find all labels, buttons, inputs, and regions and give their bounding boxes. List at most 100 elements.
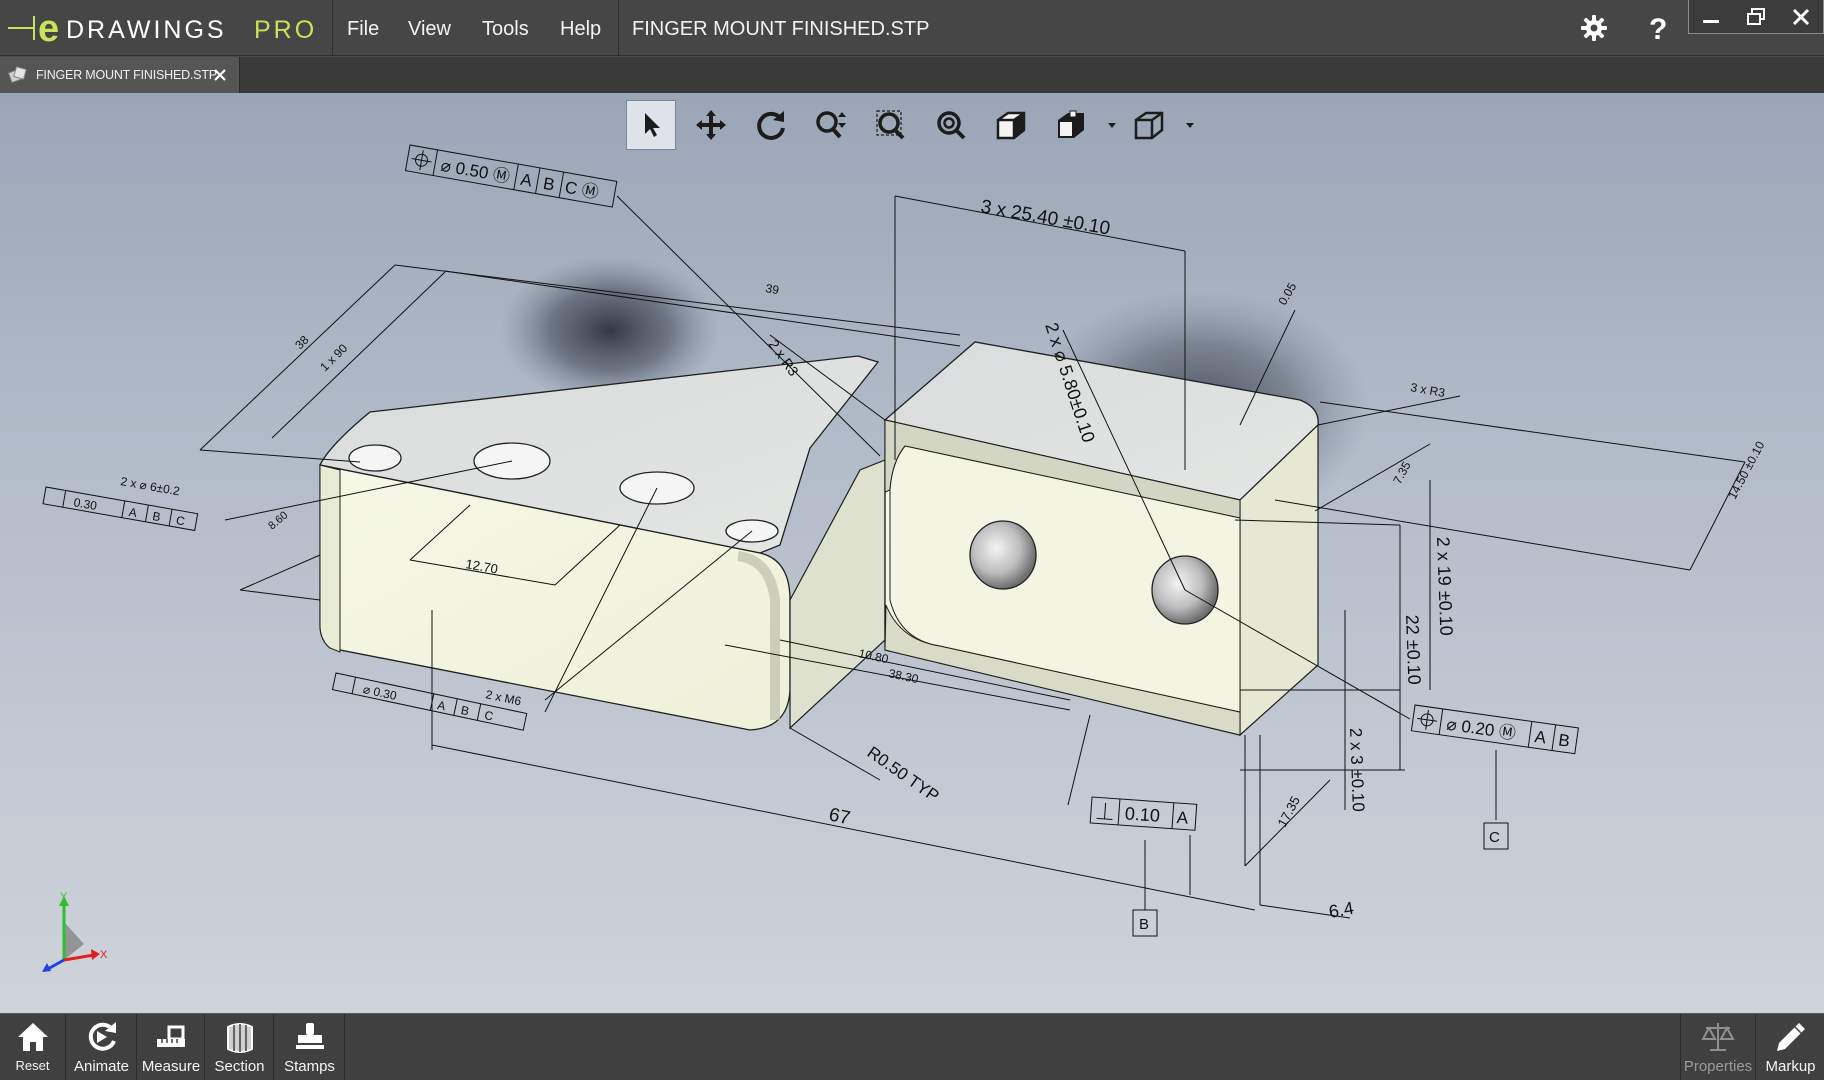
menu-separator: [618, 0, 619, 56]
markup-button[interactable]: Markup: [1757, 1014, 1824, 1080]
restore-button[interactable]: [1734, 0, 1778, 34]
pan-tool-button[interactable]: [686, 100, 736, 150]
dim-3xr3: 3 x R3: [1409, 380, 1446, 400]
dim-7-35: 7.35: [1390, 459, 1413, 486]
stamps-label: Stamps: [284, 1058, 335, 1075]
zoom-tool-button[interactable]: [806, 100, 856, 150]
fcf-bottom-left-datum-a: A: [436, 698, 447, 713]
menu-help[interactable]: Help: [560, 0, 601, 56]
display-style-dropdown[interactable]: [1106, 118, 1118, 132]
fcf-top-datum-c: C Ⓜ: [563, 178, 600, 203]
section-label: Section: [214, 1058, 265, 1075]
help-button[interactable]: ?: [1638, 8, 1678, 48]
pan-icon: [696, 110, 726, 140]
properties-button[interactable]: Properties: [1680, 1014, 1756, 1080]
close-tab-button[interactable]: [211, 66, 229, 84]
menu-tools[interactable]: Tools: [482, 0, 529, 56]
measure-icon: [157, 1025, 185, 1047]
animate-icon: [88, 1022, 116, 1051]
dim-2x19: 2 x 19 ±0.10: [1433, 536, 1456, 636]
animate-label: Animate: [73, 1058, 130, 1075]
minimize-icon: [1703, 20, 1719, 23]
fcf-top-datum-b: B: [542, 174, 556, 195]
dim-3x25-40: 3 x 25.40 ±0.10: [979, 196, 1112, 239]
dim-left-small: 8.60: [266, 509, 290, 532]
fcf-right-datum-a: A: [1533, 727, 1548, 747]
select-arrow-icon: [645, 113, 660, 137]
3d-viewport[interactable]: ⌀ 0.50 Ⓜ A B C Ⓜ 3 x 25.40 ±0.10 2 x ⌀ 5…: [0, 93, 1824, 1013]
standard-views-dropdown[interactable]: [1184, 118, 1196, 132]
document-title: FINGER MOUNT FINISHED.STP: [632, 18, 930, 40]
select-tool-button[interactable]: [626, 100, 676, 150]
menu-view[interactable]: View: [408, 0, 451, 56]
chevron-down-icon: [1108, 123, 1116, 128]
fcf-left-datum-b: B: [151, 509, 161, 524]
help-icon: ?: [1649, 13, 1667, 43]
document-tab-strip: FINGER MOUNT FINISHED.STP: [0, 57, 1824, 93]
measure-label: Measure: [141, 1058, 201, 1075]
fcf-top-tolerance: ⌀ 0.50 Ⓜ: [439, 156, 511, 187]
flatness-value: 0.05: [1275, 280, 1299, 308]
stamps-button[interactable]: Stamps: [275, 1014, 345, 1080]
close-window-button[interactable]: [1779, 0, 1823, 34]
rotate-tool-button[interactable]: [746, 100, 796, 150]
zoom-window-icon: [876, 110, 905, 140]
datum-b-box: B: [1132, 909, 1158, 937]
fcf-right-tolerance: ⌀ 0.20 Ⓜ: [1445, 715, 1517, 744]
dim-r0-50: R0.50 TYP: [864, 743, 943, 806]
axis-triad: Y X: [36, 890, 126, 980]
zoom-to-fit-icon: [937, 111, 966, 140]
reset-button[interactable]: Reset: [0, 1014, 66, 1080]
display-style-icon: [1058, 110, 1084, 138]
zoom-window-button[interactable]: [866, 100, 916, 150]
dim-38-30: 38.30: [887, 666, 920, 686]
window-controls: [1688, 0, 1824, 34]
fcf-left-datum-c: C: [175, 513, 186, 528]
fcf-perp-datum-a: A: [1176, 808, 1189, 828]
dim-2x3: 2 x 3 ±0.10: [1346, 727, 1368, 812]
fcf-bottom-left-datum-b: B: [460, 703, 471, 718]
properties-label: Properties: [1683, 1058, 1753, 1075]
edrawings-logo: e DRAWINGS PRO: [8, 6, 326, 50]
triad-x-label: X: [100, 949, 108, 961]
measure-button[interactable]: Measure: [138, 1014, 205, 1080]
dim-38: 38: [292, 333, 312, 353]
rotate-icon: [757, 111, 785, 140]
datum-c-box: C: [1483, 822, 1509, 850]
settings-button[interactable]: [1574, 8, 1614, 48]
animate-button[interactable]: Animate: [67, 1014, 137, 1080]
fcf-left-datum-a: A: [128, 505, 138, 520]
document-tab[interactable]: FINGER MOUNT FINISHED.STP: [0, 57, 240, 93]
dim-22: 22 ±0.10: [1402, 614, 1424, 685]
brand-name: DRAWINGS: [66, 16, 227, 44]
fcf-bottom-left-datum-c: C: [483, 708, 495, 724]
model-canvas[interactable]: ⌀ 0.50 Ⓜ A B C Ⓜ 3 x 25.40 ±0.10 2 x ⌀ 5…: [0, 93, 1824, 1013]
section-button[interactable]: Section: [206, 1014, 274, 1080]
close-icon: [214, 69, 226, 81]
dim-1x90: 1 x 90: [317, 341, 350, 374]
stamp-icon: [295, 1023, 324, 1049]
dim-39: 39: [764, 281, 780, 297]
fcf-right: ⌀ 0.20 Ⓜ A B: [1410, 704, 1579, 755]
zoom-to-fit-button[interactable]: [926, 100, 976, 150]
display-style-button[interactable]: [1046, 100, 1096, 150]
datum-c-label: C: [1489, 829, 1500, 846]
fcf-right-datum-b: B: [1557, 730, 1571, 750]
standard-views-icon: [1134, 111, 1164, 140]
brand-edition: PRO: [254, 16, 317, 44]
datum-b-label: B: [1139, 916, 1149, 933]
scales-icon: [1701, 1023, 1735, 1051]
fcf-perpendicularity: 0.10 A: [1089, 796, 1198, 831]
view-orientation-button[interactable]: [986, 100, 1036, 150]
assembly-file-icon: [8, 66, 27, 84]
bottom-toolbar: Reset Animate Measure Section Stamps Pro…: [0, 1013, 1824, 1080]
standard-views-button[interactable]: [1124, 100, 1174, 150]
fcf-top: ⌀ 0.50 Ⓜ A B C Ⓜ: [404, 144, 618, 208]
menu-file[interactable]: File: [347, 0, 379, 56]
triad-y-label: Y: [60, 891, 68, 903]
dim-6-4: 6.4: [1327, 898, 1355, 922]
pencil-icon: [1776, 1023, 1805, 1051]
minimize-button[interactable]: [1689, 0, 1733, 34]
finger-mount-part[interactable]: [319, 341, 1319, 737]
close-icon: [1792, 8, 1810, 26]
